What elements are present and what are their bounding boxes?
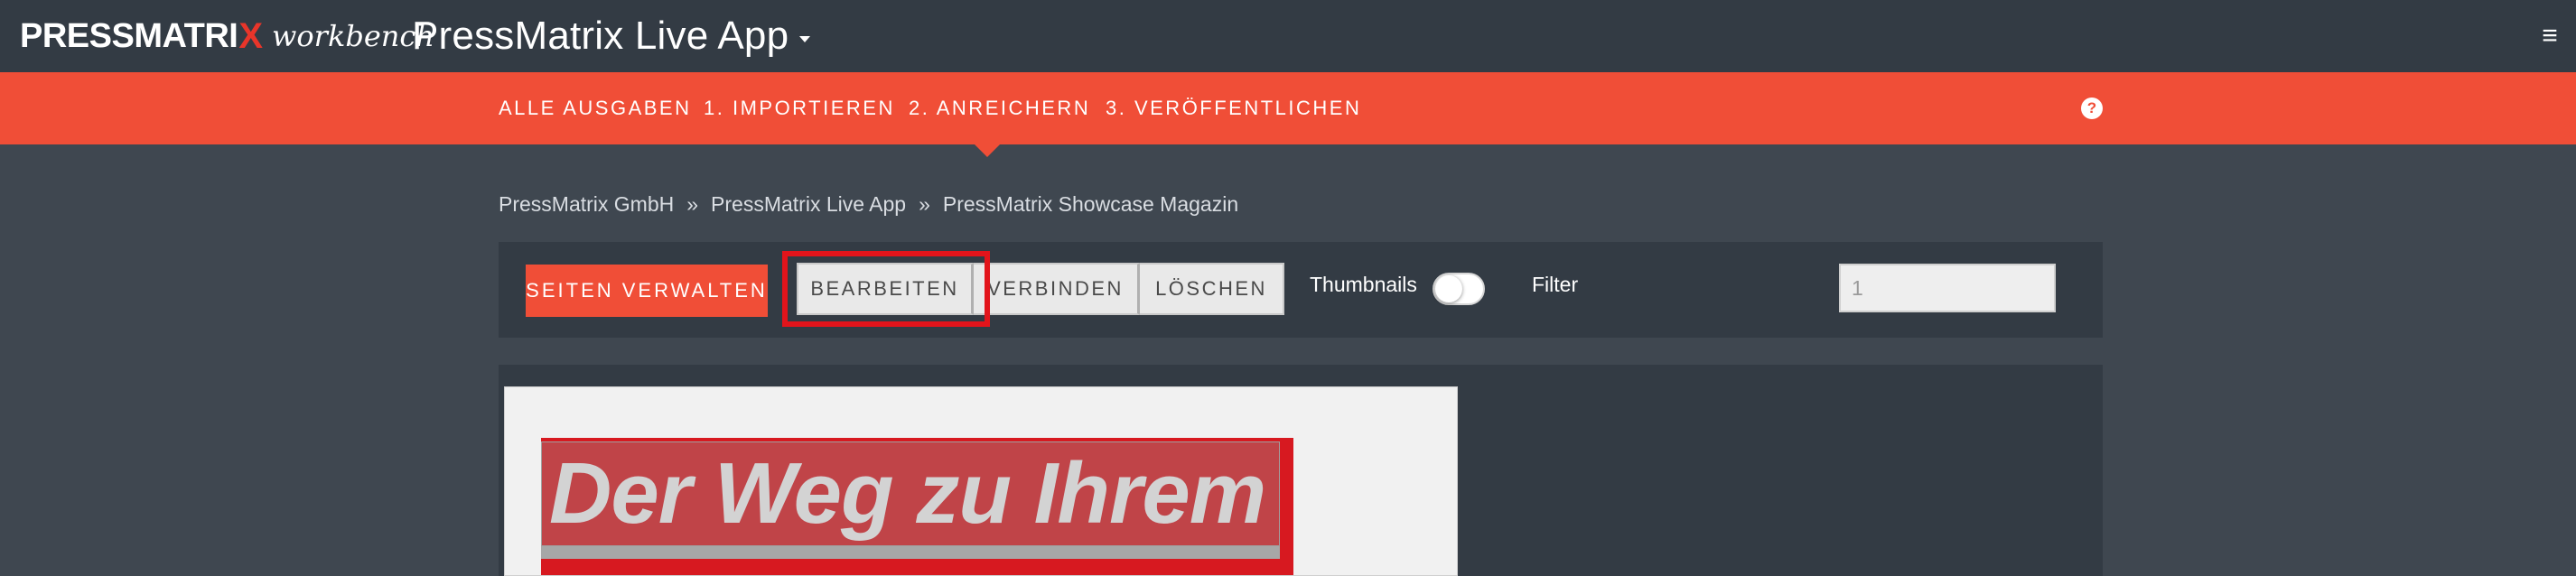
active-nav-indicator: [975, 144, 1000, 157]
headline-selection-box[interactable]: Der Weg zu Ihrem: [541, 441, 1280, 546]
thumbnails-label: Thumbnails: [1310, 273, 1417, 296]
filter-input[interactable]: [1839, 264, 2056, 312]
logo-text: PRESSMATRI: [20, 16, 238, 55]
nav-item-importieren[interactable]: 1. IMPORTIEREN: [704, 72, 895, 144]
page-content-panel: Der Weg zu Ihrem: [499, 365, 2103, 576]
breadcrumb-item-app[interactable]: PressMatrix Live App: [711, 192, 906, 217]
hamburger-icon[interactable]: ≡: [2538, 22, 2562, 51]
cover-grey-band: [541, 546, 1280, 559]
step-navigation: ALLE AUSGABEN 1. IMPORTIEREN 2. ANREICHE…: [0, 72, 2576, 144]
cover-headline: Der Weg zu Ihrem: [549, 445, 1266, 542]
breadcrumb-separator: »: [686, 191, 699, 216]
pressmatrix-logo[interactable]: PRESSMATRI X workbench: [20, 16, 434, 56]
filter-label: Filter: [1532, 273, 1579, 296]
toggle-knob: [1435, 275, 1462, 302]
breadcrumb-separator: »: [919, 191, 930, 216]
delete-button[interactable]: LÖSCHEN: [1140, 263, 1284, 315]
question-circle-icon[interactable]: ?: [2081, 98, 2103, 119]
breadcrumb: PressMatrix GmbH » PressMatrix Live App …: [499, 190, 1238, 218]
app-switcher-dropdown[interactable]: PressMatrix Live App: [412, 13, 811, 60]
logo-workbench: workbench: [272, 19, 434, 53]
nav-item-veroeffentlichen[interactable]: 3. VERÖFFENTLICHEN: [1106, 72, 1361, 144]
app-title: PressMatrix Live App: [412, 14, 789, 58]
chevron-down-icon: [799, 35, 811, 42]
breadcrumb-item-issue: PressMatrix Showcase Magazin: [942, 191, 1239, 216]
nav-item-anreichern[interactable]: 2. ANREICHERN: [909, 72, 1090, 144]
connect-button[interactable]: VERBINDEN: [974, 263, 1140, 315]
edit-button-group: BEARBEITEN VERBINDEN LÖSCHEN: [797, 263, 1284, 315]
page-preview[interactable]: Der Weg zu Ihrem: [504, 386, 1458, 576]
nav-item-alle-ausgaben[interactable]: ALLE AUSGABEN: [499, 72, 691, 144]
thumbnails-toggle[interactable]: [1433, 273, 1485, 305]
manage-pages-button[interactable]: SEITEN VERWALTEN: [526, 265, 768, 317]
page-toolbar: SEITEN VERWALTEN BEARBEITEN VERBINDEN LÖ…: [499, 242, 2103, 338]
breadcrumb-item-company[interactable]: PressMatrix GmbH: [499, 192, 674, 217]
logo-x: X: [238, 15, 264, 56]
edit-button[interactable]: BEARBEITEN: [797, 263, 974, 315]
top-bar: PRESSMATRI X workbench PressMatrix Live …: [0, 0, 2576, 72]
